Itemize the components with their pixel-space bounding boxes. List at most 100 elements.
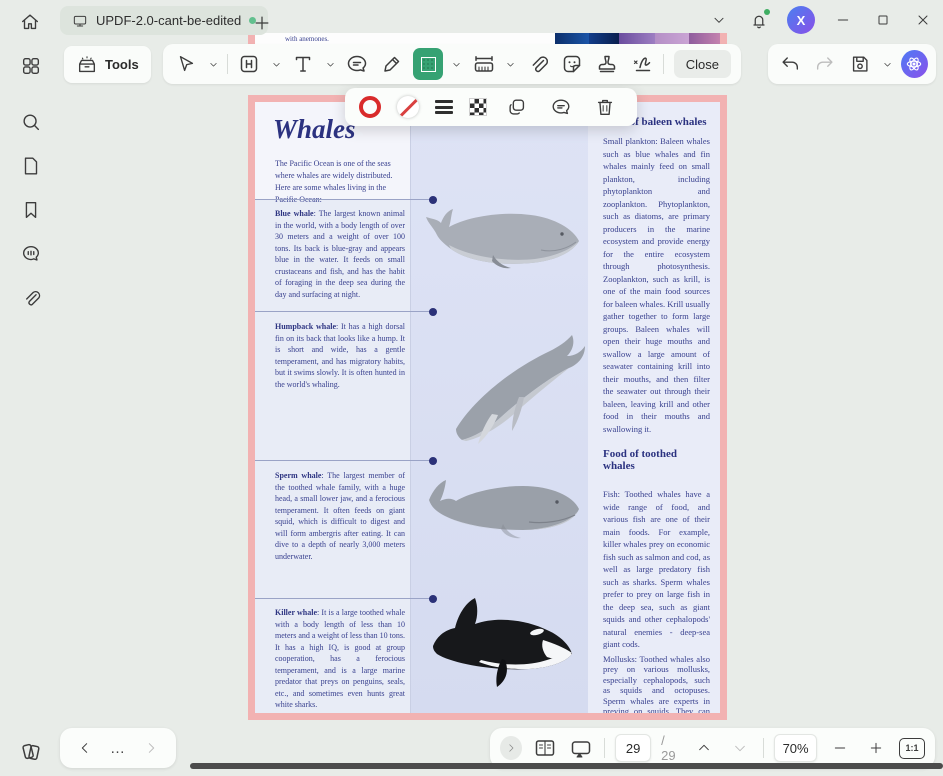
page-stepper-pill: …	[60, 728, 176, 768]
text-tool-dropdown[interactable]	[324, 58, 335, 70]
sperm-whale-section: Sperm whale: The largest member of the t…	[275, 470, 405, 562]
undo-icon	[779, 53, 801, 75]
killer-whale-section: Killer whale: It is a large toothed whal…	[275, 607, 405, 711]
next-page-button[interactable]	[137, 734, 165, 762]
text-tool-button[interactable]	[290, 50, 317, 78]
shape-tool-dropdown[interactable]	[451, 58, 462, 70]
heading-tool-dropdown[interactable]	[270, 58, 281, 70]
sidebar-item-attachments[interactable]	[17, 284, 45, 312]
actual-size-label: 1:1	[905, 743, 918, 753]
chevron-down-icon	[271, 59, 282, 70]
zoom-in-button[interactable]	[863, 734, 889, 762]
line-thickness-button[interactable]	[435, 100, 453, 114]
sperm-whale-label: Sperm whale	[275, 471, 321, 480]
duplicate-annotation-button[interactable]	[503, 93, 531, 121]
sidebar-item-search[interactable]	[17, 108, 45, 136]
measure-tool-dropdown[interactable]	[505, 58, 516, 70]
document-title: Whales	[273, 114, 356, 145]
sidebar-item-annotations[interactable]	[17, 240, 45, 268]
comment-tool-button[interactable]	[344, 50, 371, 78]
sidebar-item-thumbnails[interactable]	[17, 52, 45, 80]
pen-tool-button[interactable]	[378, 50, 405, 78]
zoom-level-value: 70%	[783, 741, 809, 756]
redo-icon	[814, 53, 836, 75]
avatar[interactable]: X	[787, 6, 815, 34]
page-layout-button[interactable]	[532, 734, 558, 762]
close-tools-button[interactable]: Close	[674, 50, 731, 78]
previous-page-button[interactable]	[71, 734, 99, 762]
sticker-tool-button[interactable]	[559, 50, 586, 78]
toolbar-divider	[227, 54, 228, 74]
maximize-button[interactable]	[863, 0, 903, 40]
sidebar-item-bookmarks[interactable]	[17, 196, 45, 224]
stamp-tool-button[interactable]	[594, 50, 621, 78]
measure-tool-button[interactable]	[471, 50, 498, 78]
pdf-page[interactable]: Whales The Pacific Ocean is one of the s…	[248, 95, 727, 720]
stroke-color-red-swatch[interactable]	[359, 96, 381, 118]
undo-button[interactable]	[776, 50, 803, 78]
timeline-rule-killer-whale	[255, 598, 437, 599]
timeline-rule-blue-whale	[255, 199, 437, 200]
duplicate-icon	[506, 96, 528, 118]
text-icon	[291, 52, 315, 76]
blue-whale-text: : The largest known animal in the world,…	[275, 209, 405, 299]
chevron-right-icon	[505, 742, 517, 754]
chevron-down-icon	[711, 12, 727, 28]
redo-button[interactable]	[811, 50, 838, 78]
trash-icon	[594, 96, 616, 118]
attachment-tool-button[interactable]	[525, 50, 552, 78]
close-window-button[interactable]	[903, 0, 943, 40]
reading-theme-button[interactable]	[18, 737, 46, 765]
window-menu-button[interactable]	[699, 0, 739, 40]
paperclip-icon	[20, 287, 42, 309]
shape-tool-button-active[interactable]	[413, 48, 443, 80]
select-tool-button[interactable]	[173, 50, 200, 78]
save-icon	[849, 53, 871, 75]
save-dropdown[interactable]	[881, 58, 893, 70]
page-up-button[interactable]	[691, 734, 717, 762]
minimize-button[interactable]	[823, 0, 863, 40]
sidebar-item-pages[interactable]	[17, 152, 45, 180]
document-tab[interactable]: UPDF-2.0-cant-be-edited	[60, 6, 268, 35]
signature-tool-button[interactable]	[628, 50, 655, 78]
presentation-icon	[569, 736, 593, 760]
chevron-down-icon	[505, 59, 516, 70]
notifications-button[interactable]	[739, 0, 779, 40]
no-fill-swatch[interactable]	[397, 96, 419, 118]
delete-annotation-button[interactable]	[591, 93, 619, 121]
titlebar-right-controls: X	[699, 0, 943, 40]
opacity-button[interactable]	[469, 98, 487, 116]
toolbar-divider	[663, 54, 664, 74]
timeline-dot	[429, 457, 437, 465]
killer-whale-label: Killer whale	[275, 608, 317, 617]
home-icon	[19, 11, 41, 33]
history-toolbar	[768, 44, 936, 84]
notification-dot	[764, 9, 770, 15]
more-pages-button[interactable]: …	[110, 740, 126, 757]
page-number-input[interactable]	[615, 734, 651, 762]
ai-assistant-button[interactable]	[901, 50, 928, 78]
two-page-view-icon	[533, 736, 557, 760]
actual-size-button[interactable]: 1:1	[899, 738, 925, 759]
updf-app-window: UPDF-2.0-cant-be-edited X	[0, 0, 943, 776]
zoom-level-display[interactable]: 70%	[774, 734, 817, 762]
pen-icon	[380, 52, 404, 76]
chevron-down-icon	[451, 59, 462, 70]
save-button[interactable]	[846, 50, 873, 78]
baleen-whales-paragraph: Small plankton: Baleen whales such as bl…	[603, 135, 710, 435]
zoom-out-button[interactable]	[827, 734, 853, 762]
page-down-button[interactable]	[727, 734, 753, 762]
tools-button[interactable]: Tools	[64, 46, 151, 83]
home-button[interactable]	[16, 8, 44, 36]
heading-tool-button[interactable]	[236, 50, 263, 78]
heading-icon	[237, 52, 261, 76]
humpback-whale-section: Humpback whale: It has a high dorsal fin…	[275, 321, 405, 390]
annotation-bubble-icon	[20, 243, 42, 265]
blue-whale-label: Blue whale	[275, 209, 314, 218]
select-tool-dropdown[interactable]	[208, 58, 219, 70]
new-tab-button[interactable]	[248, 9, 276, 37]
horizontal-scrollbar[interactable]	[190, 763, 943, 769]
presentation-mode-button[interactable]	[568, 734, 594, 762]
collapse-panel-button[interactable]	[500, 736, 522, 760]
comment-annotation-button[interactable]	[547, 93, 575, 121]
